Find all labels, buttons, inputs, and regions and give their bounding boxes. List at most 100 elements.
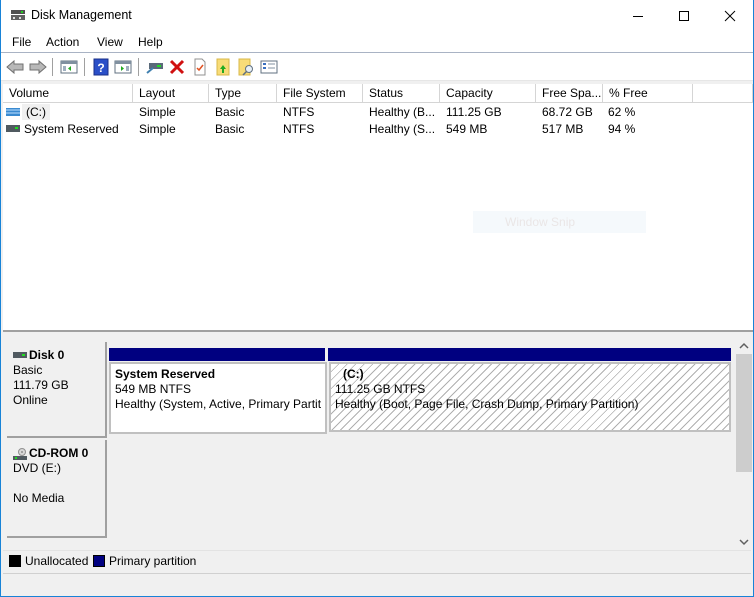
drive-icon bbox=[6, 125, 20, 132]
scroll-up-icon[interactable] bbox=[739, 342, 749, 350]
column-header-empty bbox=[693, 84, 753, 103]
cell-capacity: 111.25 GB bbox=[446, 105, 502, 119]
cell-volume: System Reserved bbox=[24, 122, 119, 136]
cell-status: Healthy (S... bbox=[369, 122, 436, 136]
partition-system-reserved[interactable]: System Reserved 549 MB NTFS Healthy (Sys… bbox=[109, 362, 327, 434]
cell-free-space: 68.72 GB bbox=[542, 105, 593, 119]
forward-icon bbox=[29, 59, 47, 75]
help-icon: ? bbox=[93, 58, 109, 76]
up-folder-icon bbox=[216, 58, 230, 76]
toolbar-separator bbox=[84, 58, 85, 76]
column-header-free-space[interactable]: Free Spa... bbox=[536, 84, 603, 103]
minimize-button[interactable] bbox=[615, 0, 661, 31]
find-icon bbox=[238, 58, 253, 76]
window-snip-overlay: Window Snip bbox=[473, 211, 646, 233]
disk-name: CD-ROM 0 bbox=[29, 446, 89, 460]
minimize-icon bbox=[633, 15, 643, 17]
menu-bar: File Action View Help bbox=[1, 31, 753, 53]
volume-list: Volume Layout Type File System Status Ca… bbox=[3, 84, 753, 332]
partition-header-system-reserved bbox=[109, 348, 325, 361]
close-button[interactable] bbox=[707, 0, 753, 31]
disk-name: Disk 0 bbox=[29, 348, 65, 362]
partition-header-c bbox=[328, 348, 731, 361]
menu-action[interactable]: Action bbox=[46, 35, 79, 49]
toolbar-separator bbox=[138, 58, 139, 76]
cell-layout: Simple bbox=[139, 105, 176, 119]
partition-name: (C:) bbox=[343, 367, 364, 381]
cell-volume: (C:) bbox=[22, 104, 50, 120]
cell-free-space: 517 MB bbox=[542, 122, 584, 136]
find-button[interactable] bbox=[236, 58, 256, 76]
cell-layout: Simple bbox=[139, 122, 176, 136]
cdrom-0-label[interactable]: CD-ROM 0 DVD (E:) No Media bbox=[7, 440, 107, 538]
disk-state: Online bbox=[13, 393, 48, 407]
partition-size: 111.25 GB NTFS bbox=[335, 382, 426, 396]
disk-graph-pane: Disk 0 Basic 111.79 GB Online System Res… bbox=[3, 338, 753, 550]
cell-file-system: NTFS bbox=[283, 105, 315, 119]
cdrom-icon bbox=[13, 447, 27, 460]
column-header-percent-free[interactable]: % Free bbox=[603, 84, 693, 103]
menu-view[interactable]: View bbox=[97, 35, 123, 49]
help-button[interactable]: ? bbox=[91, 58, 111, 76]
disk-type: Basic bbox=[13, 363, 43, 377]
menu-help[interactable]: Help bbox=[138, 35, 163, 49]
back-button[interactable] bbox=[5, 58, 25, 76]
partition-status: Healthy (System, Active, Primary Partit bbox=[115, 397, 322, 411]
legend-label-primary: Primary partition bbox=[109, 554, 197, 568]
forward-button[interactable] bbox=[28, 58, 48, 76]
maximize-icon bbox=[679, 10, 689, 21]
toolbar-separator bbox=[52, 58, 53, 76]
close-icon bbox=[724, 10, 736, 21]
disk-icon bbox=[13, 352, 27, 359]
cell-capacity: 549 MB bbox=[446, 122, 488, 136]
disk-state: No Media bbox=[13, 491, 65, 505]
legend-label-unallocated: Unallocated bbox=[25, 554, 89, 568]
partition-status: Healthy (Boot, Page File, Crash Dump, Pr… bbox=[335, 397, 639, 411]
connect-drive-button[interactable] bbox=[145, 58, 165, 76]
window-title: Disk Management bbox=[31, 8, 132, 22]
disk-0-label[interactable]: Disk 0 Basic 111.79 GB Online bbox=[7, 342, 107, 438]
disk-type: DVD (E:) bbox=[13, 461, 61, 475]
menu-file[interactable]: File bbox=[12, 35, 31, 49]
scroll-thumb[interactable] bbox=[736, 354, 752, 472]
show-hide-action-pane-button[interactable] bbox=[113, 58, 133, 76]
legend-swatch-primary bbox=[93, 555, 105, 567]
maximize-button[interactable] bbox=[661, 0, 707, 31]
cell-status: Healthy (B... bbox=[369, 105, 436, 119]
disk-pane-scrollbar[interactable] bbox=[735, 338, 753, 550]
settings-list-button[interactable] bbox=[259, 58, 279, 76]
properties-icon bbox=[194, 58, 206, 76]
show-hide-console-tree-button[interactable] bbox=[59, 58, 79, 76]
column-header-file-system[interactable]: File System bbox=[277, 84, 363, 103]
disk-management-window: Disk Management File Action View Help ? bbox=[0, 0, 754, 597]
disk-size: 111.79 GB bbox=[13, 378, 69, 392]
back-icon bbox=[6, 59, 24, 75]
cell-type: Basic bbox=[215, 105, 245, 119]
disk-management-app-icon bbox=[11, 10, 25, 20]
cell-file-system: NTFS bbox=[283, 122, 315, 136]
delete-button[interactable] bbox=[167, 58, 187, 76]
connect-drive-icon bbox=[146, 63, 163, 74]
column-header-status[interactable]: Status bbox=[363, 84, 440, 103]
partition-size: 549 MB NTFS bbox=[115, 382, 192, 396]
column-header-volume[interactable]: Volume bbox=[3, 84, 133, 103]
scroll-down-icon[interactable] bbox=[739, 538, 749, 546]
toolbar: ? bbox=[1, 53, 753, 81]
partition-name: System Reserved bbox=[115, 367, 216, 381]
column-header-layout[interactable]: Layout bbox=[133, 84, 209, 103]
up-folder-button[interactable] bbox=[213, 58, 233, 76]
legend: Unallocated Primary partition bbox=[3, 550, 751, 571]
column-header-capacity[interactable]: Capacity bbox=[440, 84, 536, 103]
console-tree-icon bbox=[60, 60, 78, 74]
status-bar bbox=[3, 573, 751, 595]
column-header-type[interactable]: Type bbox=[209, 84, 277, 103]
legend-swatch-unallocated bbox=[9, 555, 21, 567]
partition-c[interactable]: (C:) 111.25 GB NTFS Healthy (Boot, Page … bbox=[329, 362, 731, 432]
properties-button[interactable] bbox=[190, 58, 210, 76]
action-pane-icon bbox=[114, 60, 132, 74]
cell-percent-free: 62 % bbox=[608, 105, 636, 119]
settings-list-icon bbox=[260, 60, 278, 74]
svg-text:?: ? bbox=[97, 61, 104, 75]
striped-volume-icon bbox=[6, 108, 20, 116]
cell-type: Basic bbox=[215, 122, 245, 136]
